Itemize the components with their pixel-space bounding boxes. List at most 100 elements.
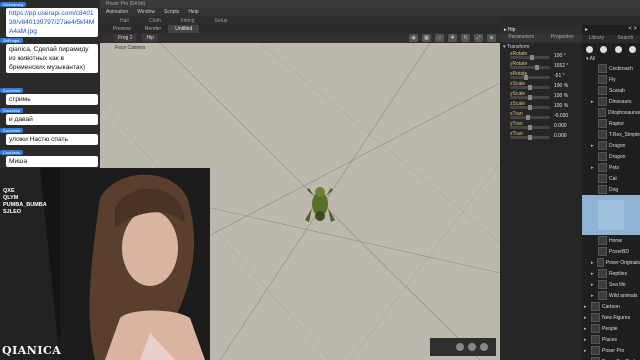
figures-icon[interactable] [585,45,593,53]
param-value[interactable]: 0.000 [554,123,567,129]
expand-arrow-icon[interactable]: ▸ [584,315,589,321]
library-item[interactable]: PoserBD [582,246,640,257]
figure-select[interactable]: Frog 1 [114,34,137,42]
param-dial[interactable] [510,115,550,120]
param-knob[interactable] [528,105,532,110]
library-item[interactable]: Scarab [582,85,640,96]
tab-properties[interactable]: Properties [551,34,574,42]
tab-parameters[interactable]: Parameters [508,34,534,42]
chat-username[interactable]: CoolJetrk [0,150,23,155]
chat-username[interactable]: CoolJetrk [0,108,23,113]
param-value[interactable]: -0.030 [554,113,568,119]
param-row[interactable]: xTran -0.030 [500,111,582,121]
param-value[interactable]: 100 % [554,93,568,99]
expand-arrow-icon[interactable]: ▸ [591,143,596,149]
room-tab-setup[interactable]: Setup [204,16,237,25]
param-value[interactable]: 100 % [554,83,568,89]
param-dial[interactable] [510,65,550,70]
expand-arrow-icon[interactable]: ▸ [591,99,596,105]
param-dial[interactable] [510,75,550,80]
library-item[interactable]: Horse [582,235,640,246]
library-folder[interactable]: ▸ Wild animals [582,290,640,301]
param-row[interactable]: xRotate -51 ° [500,71,582,81]
frog-figure[interactable] [303,180,337,228]
menu-scripts[interactable]: Scripts [164,9,179,15]
rotate-icon[interactable]: ↻ [461,34,470,42]
param-row[interactable]: yScale 100 % [500,91,582,101]
param-dial[interactable] [510,105,550,110]
param-dial[interactable] [510,85,550,90]
param-knob[interactable] [529,55,534,60]
param-knob[interactable] [528,85,532,90]
param-dial[interactable] [510,135,550,140]
library-item[interactable]: Dog [582,184,640,195]
tab-library[interactable]: Library [589,35,604,43]
param-knob[interactable] [526,115,531,120]
param-dial[interactable] [510,95,550,100]
grid-icon[interactable]: ▦ [422,34,431,42]
expand-arrow-icon[interactable]: ▸ [584,348,589,354]
tab-untitled[interactable]: Untitled [168,25,200,33]
param-knob[interactable] [528,125,532,130]
expand-arrow-icon[interactable]: ▸ [584,337,589,343]
chat-text[interactable]: https://pp.userapi.com/c840139/v84013979… [6,8,98,37]
library-item[interactable]: T.Rex_Simple [582,129,640,140]
param-row[interactable]: yTran 0.000 [500,121,582,131]
light-icon[interactable]: ☼ [435,34,444,42]
param-group-transform[interactable]: ▾ Transform [500,43,582,51]
param-value[interactable]: 1652 ° [554,63,569,69]
tab-render[interactable]: Render [138,25,168,33]
library-root[interactable]: ▾ All [582,55,640,63]
chat-username[interactable]: ZeProger [0,38,23,43]
expand-arrow-icon[interactable]: ▸ [591,260,595,266]
hair-icon[interactable] [629,45,637,53]
library-folder[interactable]: ▸ Places [582,334,640,345]
library-menu-icon[interactable]: ▸ [585,26,588,34]
library-folder[interactable]: ▸ Sea life [582,279,640,290]
menu-help[interactable]: Help [188,9,198,15]
param-knob[interactable] [535,65,540,70]
poses-icon[interactable] [600,45,608,53]
library-folder[interactable]: ▸Poser Pro Tools [582,356,640,360]
library-folder[interactable]: ▸ Cartoon [582,301,640,312]
expand-arrow-icon[interactable]: ▸ [591,293,596,299]
expand-arrow-icon[interactable]: ▸ [591,282,596,288]
param-value[interactable]: 0.000 [554,133,567,139]
library-item[interactable]: Raptor [582,118,640,129]
chat-username[interactable]: Nicknameq [0,2,27,7]
room-tab-cloth[interactable]: Cloth [139,16,171,25]
tab-search[interactable]: Search [617,35,633,43]
library-folder[interactable]: ▸ Pets [582,162,640,173]
param-row[interactable]: zTran 0.000 [500,131,582,141]
param-knob[interactable] [528,95,532,100]
scale-icon[interactable]: ⤢ [474,34,483,42]
library-item[interactable]: Dilophosaurus [582,107,640,118]
library-folder[interactable]: ▸ Poser Originals [582,257,640,268]
param-row[interactable]: yRotate 1652 ° [500,61,582,71]
chat-username[interactable]: CoolJetrk [0,88,23,93]
library-item[interactable]: Dragon [582,151,640,162]
param-row[interactable]: zRotate 100 ° [500,51,582,61]
chat-username[interactable]: CoolJetrk [0,128,23,133]
param-value[interactable]: 100 % [554,103,568,109]
tab-preview[interactable]: Preview [106,25,138,33]
menu-window[interactable]: Window [137,9,155,15]
param-row[interactable]: xScale 100 % [500,81,582,91]
expand-arrow-icon[interactable]: ▸ [591,165,596,171]
expand-arrow-icon[interactable]: ▸ [591,271,596,277]
expand-arrow-icon[interactable]: ▸ [584,326,589,332]
room-tab-fitting[interactable]: Fitting [171,16,205,25]
param-value[interactable]: -51 ° [554,73,565,79]
param-row[interactable]: zScale 100 % [500,101,582,111]
param-value[interactable]: 100 ° [554,53,566,59]
library-folder[interactable]: ▸ People [582,323,640,334]
library-folder[interactable]: ▸ Dinosaurs [582,96,640,107]
library-folder[interactable]: ▸ New Figures [582,312,640,323]
expressions-icon[interactable] [614,45,622,53]
param-knob[interactable] [524,75,529,80]
room-tab-hair[interactable]: Hair [110,16,139,25]
library-item[interactable]: Cockroach [582,63,640,74]
library-folder[interactable]: ▸ Dragon [582,140,640,151]
camera-icon[interactable]: ◉ [409,34,418,42]
param-dial[interactable] [510,125,550,130]
